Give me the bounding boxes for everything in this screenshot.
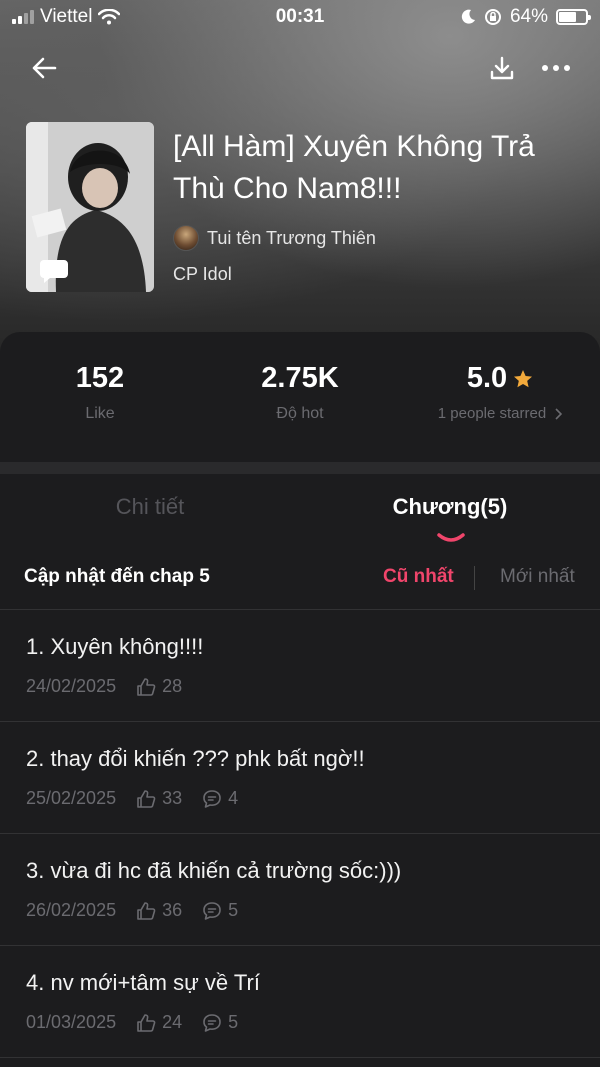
author-avatar — [173, 225, 199, 251]
back-button[interactable] — [24, 48, 64, 88]
author-row[interactable]: Tui tên Trương Thiên — [173, 225, 376, 251]
chapter-date: 26/02/2025 — [26, 900, 117, 920]
chapter-likes: 33 — [162, 788, 183, 808]
moon-icon — [461, 9, 475, 24]
like-icon — [137, 677, 156, 696]
chapter-comments: 4 — [228, 788, 239, 808]
sort-oldest-button[interactable]: Cũ nhất — [383, 566, 454, 588]
like-icon — [137, 901, 156, 920]
chapter-date: 01/03/2025 — [26, 1012, 117, 1032]
cover-image — [26, 122, 154, 292]
more-button[interactable] — [536, 48, 576, 88]
chapter-item[interactable]: 3. vừa đi hc đã khiến cả trường sốc:))) … — [0, 834, 600, 946]
chapter-title: 2. thay đổi khiến ??? phk bất ngờ!! — [26, 746, 365, 771]
book-title: [All Hàm] Xuyên Không Trả Thù Cho Nam8!!… — [173, 130, 535, 205]
lock-rotation-icon — [484, 9, 501, 25]
download-button[interactable] — [482, 48, 522, 88]
back-arrow-icon — [32, 57, 57, 79]
chapter-item[interactable]: 4. nv mới+tâm sự về Trí 01/03/2025 24 5 — [0, 946, 600, 1058]
like-icon — [137, 1013, 156, 1032]
tab-active-indicator — [437, 533, 465, 542]
stat-hot: 2.75K Độ hot — [200, 362, 400, 423]
rating-label: 1 people starred — [437, 405, 547, 422]
likes-label: Like — [85, 405, 115, 422]
status-bar: Viettel 00:31 64% — [0, 0, 600, 34]
chapter-item[interactable]: 1. Xuyên không!!!! 24/02/2025 28 — [0, 610, 600, 722]
section-divider — [0, 462, 600, 474]
chapter-list: 1. Xuyên không!!!! 24/02/2025 28 2. thay… — [0, 610, 600, 1058]
tab-chapters[interactable]: Chương(5) — [300, 494, 600, 520]
sort-separator — [474, 566, 475, 590]
tab-bar: Chi tiết Chương(5) — [0, 482, 600, 552]
chapter-likes: 28 — [162, 676, 183, 696]
chapter-title: 4. nv mới+tâm sự về Trí — [26, 970, 260, 995]
comment-icon — [203, 789, 221, 808]
comment-icon — [203, 1013, 221, 1032]
like-icon — [137, 789, 156, 808]
stats-row: 152 Like 2.75K Độ hot 5.0 1 people starr… — [0, 332, 600, 462]
rating-value: 5.0 — [466, 362, 508, 394]
chapter-title: 1. Xuyên không!!!! — [26, 634, 204, 659]
chapter-comments: 5 — [228, 900, 239, 920]
chapter-date: 24/02/2025 — [26, 676, 117, 696]
download-icon — [490, 56, 514, 80]
content-sheet: 152 Like 2.75K Độ hot 5.0 1 people starr… — [0, 332, 600, 1067]
star-icon — [514, 369, 533, 387]
carrier-name: Viettel — [40, 6, 93, 27]
update-label: Cập nhật đến chap 5 — [24, 566, 210, 587]
chapter-date: 25/02/2025 — [26, 788, 117, 808]
likes-value: 152 — [75, 362, 125, 394]
author-name: Tui tên Trương Thiên — [207, 227, 376, 248]
chapter-likes: 24 — [162, 1012, 183, 1032]
chapter-comments: 5 — [228, 1012, 239, 1032]
battery-level — [559, 12, 576, 22]
book-category[interactable]: CP Idol — [173, 264, 232, 285]
chapter-item[interactable]: 2. thay đổi khiến ??? phk bất ngờ!! 25/0… — [0, 722, 600, 834]
stat-likes: 152 Like — [0, 362, 200, 423]
chapter-list-header: Cập nhật đến chap 5 Cũ nhất Mới nhất — [0, 554, 600, 610]
hot-label: Độ hot — [276, 405, 324, 422]
battery-percent: 64% — [509, 6, 548, 27]
chevron-right-icon — [555, 407, 563, 420]
wifi-icon — [98, 9, 121, 25]
signal-icon — [12, 10, 34, 24]
stat-rating[interactable]: 5.0 1 people starred — [400, 362, 600, 422]
nav-bar — [0, 48, 600, 88]
battery-icon — [556, 9, 591, 25]
tab-details[interactable]: Chi tiết — [0, 494, 300, 520]
book-cover[interactable] — [26, 122, 154, 292]
hot-value: 2.75K — [261, 362, 339, 394]
chapter-title: 3. vừa đi hc đã khiến cả trường sốc:))) — [26, 858, 402, 883]
sort-newest-button[interactable]: Mới nhất — [500, 566, 575, 588]
comment-icon — [203, 901, 221, 920]
chapter-likes: 36 — [162, 900, 183, 920]
more-icon — [542, 65, 570, 71]
